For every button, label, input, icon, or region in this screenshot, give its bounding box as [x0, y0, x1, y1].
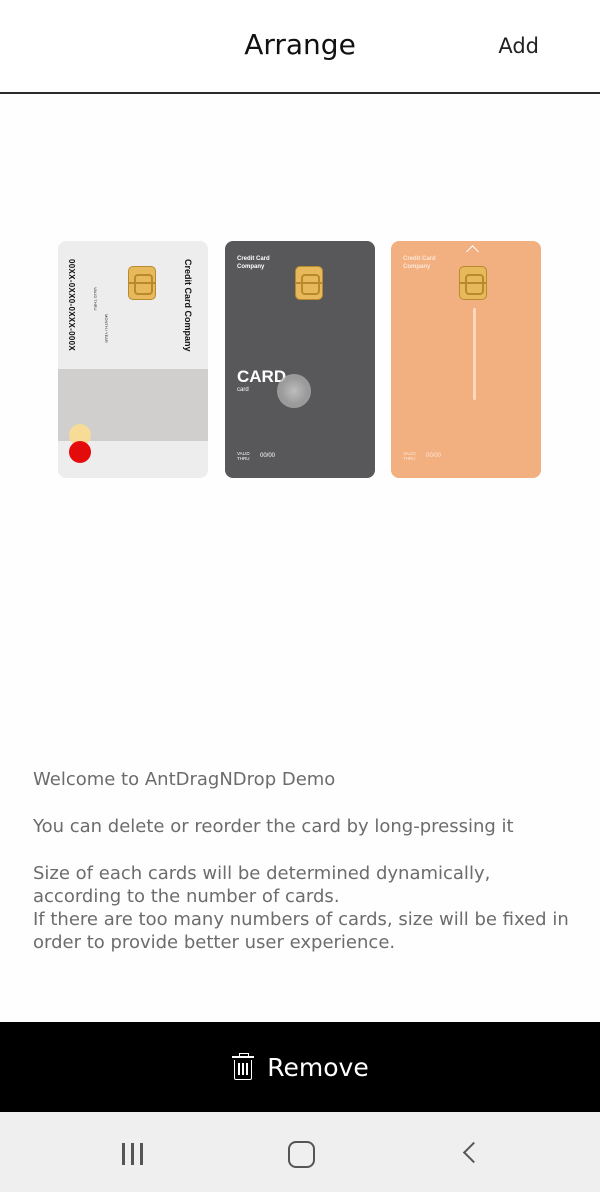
system-nav-bar — [0, 1112, 600, 1192]
card-month-year: MONTH / YEAR — [104, 314, 109, 343]
info-welcome: Welcome to AntDragNDrop Demo — [33, 769, 336, 790]
top-app-bar: Arrange Add — [0, 0, 600, 94]
chip-icon — [459, 266, 487, 300]
trash-icon — [231, 1053, 255, 1081]
card-expiry: 00/00 — [260, 453, 276, 459]
card-number: 00XX-0XX0-0XXX-000X — [67, 259, 76, 351]
card-expiry: 00/00 — [426, 453, 442, 459]
card-valid-label: VALID THRU — [93, 287, 98, 311]
credit-card-orange[interactable]: Credit Card Company VALID THRU 00/00 — [391, 241, 541, 478]
recent-apps-icon[interactable] — [73, 1112, 193, 1192]
home-icon[interactable] — [240, 1112, 360, 1192]
chevron-up-icon — [466, 245, 479, 258]
chip-icon — [295, 266, 323, 300]
card-logo-red-circle — [69, 441, 91, 463]
card-company: Credit Card Company — [237, 256, 270, 270]
info-instructions: You can delete or reorder the card by lo… — [33, 816, 514, 837]
chip-icon — [128, 266, 156, 300]
card-company: Credit Card Company — [183, 259, 193, 352]
card-valid-label: VALID THRU — [403, 451, 416, 461]
remove-bar: Remove — [0, 1022, 600, 1112]
card-company: Credit Card Company — [403, 256, 436, 270]
card-subtitle: card — [237, 387, 249, 393]
credit-card-dark[interactable]: Credit Card Company CARD card VALID THRU… — [225, 241, 375, 478]
add-button[interactable]: Add — [498, 34, 539, 58]
card-valid-label: VALID THRU — [237, 451, 250, 461]
back-icon[interactable] — [408, 1112, 528, 1192]
credit-card-white[interactable]: Credit Card Company 00XX-0XX0-0XXX-000X … — [58, 241, 208, 478]
card-slider-line — [473, 308, 476, 400]
remove-button[interactable]: Remove — [0, 1022, 600, 1112]
remove-label: Remove — [267, 1052, 369, 1082]
info-size-note: Size of each cards will be determined dy… — [33, 863, 569, 953]
touch-indicator — [277, 374, 311, 408]
